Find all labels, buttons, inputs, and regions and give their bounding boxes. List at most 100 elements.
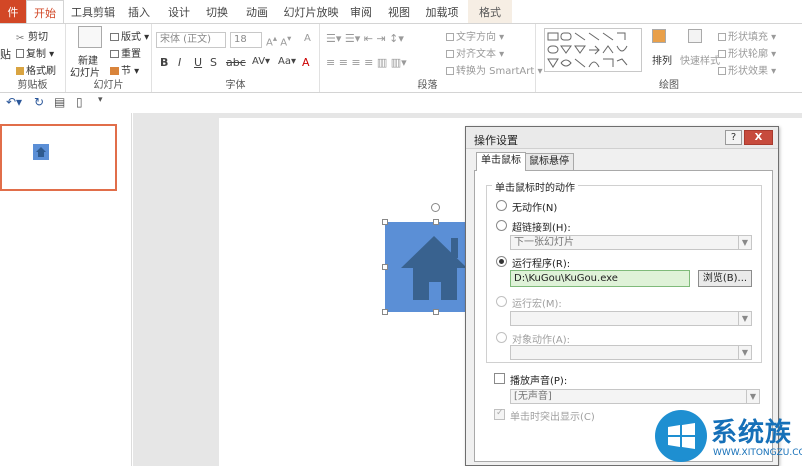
play-sound-checkbox[interactable]: [494, 373, 505, 384]
bold-button[interactable]: B: [160, 56, 168, 69]
play-sound-label: 播放声音(P):: [510, 376, 568, 387]
format-painter-button[interactable]: 格式刷: [16, 62, 56, 77]
font-group-label: 字体: [225, 80, 246, 91]
font-size-combo[interactable]: 18: [230, 32, 262, 48]
align-text-button[interactable]: 对齐文本 ▾: [446, 45, 504, 60]
italic-button[interactable]: I: [178, 56, 181, 69]
resize-handle[interactable]: [433, 219, 439, 225]
chevron-down-icon: ▼: [746, 390, 759, 403]
sound-select: [无声音] ▼: [510, 389, 760, 404]
radio-run-macro-label: 运行宏(M):: [512, 299, 562, 310]
tab-slideshow[interactable]: 幻灯片放映: [282, 0, 340, 24]
resize-handle[interactable]: [382, 219, 388, 225]
undo-icon[interactable]: ↶▾: [6, 95, 22, 109]
case-button[interactable]: Aa▾: [278, 56, 296, 67]
cut-button[interactable]: ✂ 剪切: [16, 28, 48, 44]
effects-icon: [718, 67, 726, 75]
tab-view[interactable]: 视图: [384, 0, 414, 24]
shape-outline-label: 形状轮廓: [728, 49, 768, 60]
tab-design[interactable]: 设计: [164, 0, 194, 24]
object-action-select: ▼: [510, 345, 752, 360]
close-button[interactable]: X: [744, 130, 773, 145]
slides-group: 新建 幻灯片 版式 ▾ 重置 节 ▾ 幻灯片: [66, 24, 152, 92]
section-icon: [110, 67, 119, 75]
tab-file[interactable]: 件: [0, 0, 26, 24]
start-slideshow-icon[interactable]: ▤: [54, 95, 65, 109]
reset-button[interactable]: 重置: [110, 45, 141, 60]
font-name-combo[interactable]: 宋体 (正文): [156, 32, 226, 48]
shape-outline-button[interactable]: 形状轮廓 ▾: [718, 45, 776, 60]
tab-format[interactable]: 格式: [468, 0, 512, 24]
tab-animations[interactable]: 动画: [242, 0, 272, 24]
clipboard-group: 贴 ✂ 剪切 复制 ▾ 格式刷 剪贴板: [0, 24, 66, 92]
text-direction-button[interactable]: 文字方向 ▾: [446, 28, 504, 43]
paragraph-group-label: 段落: [417, 80, 438, 91]
resize-handle[interactable]: [433, 309, 439, 315]
shadow-button[interactable]: S: [210, 56, 217, 69]
smartart-button[interactable]: 转换为 SmartArt ▾: [446, 62, 543, 77]
help-button[interactable]: ?: [725, 130, 742, 145]
highlight-click-label: 单击时突出显示(C): [510, 412, 595, 423]
tab-addins[interactable]: 加载项: [422, 0, 462, 24]
spacing-button[interactable]: AV▾: [252, 56, 270, 67]
radio-none[interactable]: [496, 200, 507, 211]
radio-run-program[interactable]: [496, 256, 507, 267]
shape-effects-button[interactable]: 形状效果 ▾: [718, 62, 776, 77]
shape-effects-label: 形状效果: [728, 66, 768, 77]
shapes-gallery[interactable]: [544, 28, 642, 72]
customize-qat-icon[interactable]: ▾: [98, 95, 103, 105]
layout-button[interactable]: 版式 ▾: [110, 28, 149, 43]
run-program-input[interactable]: D:\KuGou\KuGou.exe: [510, 270, 690, 287]
section-button[interactable]: 节 ▾: [110, 62, 139, 77]
browse-button[interactable]: 浏览(B)...: [698, 270, 752, 287]
clear-format-button[interactable]: A: [304, 33, 311, 44]
cut-label: 剪切: [28, 32, 48, 43]
align-buttons[interactable]: ≡ ≡ ≡ ≡ ▥ ▥▾: [326, 56, 407, 69]
hyperlink-select[interactable]: 下一张幻灯片 ▼: [510, 235, 752, 250]
radio-run-program-label: 运行程序(R):: [512, 259, 571, 270]
radio-object-action-label: 对象动作(A):: [512, 335, 571, 346]
tab-insert[interactable]: 插入: [124, 0, 154, 24]
highlight-click-checkbox: [494, 408, 505, 420]
align-text-label: 对齐文本: [456, 49, 496, 60]
slide-thumbnail[interactable]: [0, 124, 117, 191]
new-document-icon[interactable]: ▯: [76, 95, 83, 109]
strikethrough-button[interactable]: abc: [226, 56, 246, 69]
watermark-brand: 系统族: [711, 418, 793, 448]
font-group: 宋体 (正文) 18 A▴ A▾ A B I U S abc AV▾ Aa▾ A…: [152, 24, 320, 92]
tab-mouse-click[interactable]: 单击鼠标: [476, 152, 526, 171]
bullets-button[interactable]: ☰▾ ☰▾ ⇤ ⇥ ↕▾: [326, 32, 404, 45]
arrange-button[interactable]: 排列: [652, 52, 672, 67]
font-color-button[interactable]: A: [302, 56, 310, 69]
slides-group-label: 幻灯片: [93, 80, 124, 91]
layout-label: 版式: [121, 32, 141, 43]
radio-hyperlink[interactable]: [496, 220, 507, 231]
run-macro-select: ▼: [510, 311, 752, 326]
rotate-handle[interactable]: [431, 203, 440, 212]
copy-button[interactable]: 复制 ▾: [16, 45, 54, 60]
shape-fill-button[interactable]: 形状填充 ▾: [718, 28, 776, 43]
smartart-icon: [446, 67, 454, 75]
tab-transitions[interactable]: 切换: [202, 0, 232, 24]
quick-styles-button[interactable]: 快速样式: [680, 52, 720, 67]
dialog-title-bar[interactable]: 操作设置 ? X: [466, 127, 778, 149]
grow-font-button[interactable]: A▴ A▾: [266, 33, 291, 48]
text-direction-icon: [446, 33, 454, 41]
tab-review[interactable]: 审阅: [346, 0, 376, 24]
resize-handle[interactable]: [382, 264, 388, 270]
reset-icon: [110, 50, 119, 58]
chevron-down-icon: ▼: [738, 312, 751, 325]
tab-toolbox[interactable]: 工具剪辑: [70, 0, 116, 24]
tab-home[interactable]: 开始: [26, 0, 64, 24]
paste-button[interactable]: 贴: [0, 46, 11, 62]
ribbon-tab-bar: 件 开始 工具剪辑 插入 设计 切换 动画 幻灯片放映 审阅 视图 加载项 格式: [0, 0, 802, 24]
resize-handle[interactable]: [382, 309, 388, 315]
arrange-icon: [652, 29, 666, 43]
drawing-group-label: 绘图: [659, 80, 679, 91]
quick-access-toolbar: ↶▾ ↻ ▤ ▯ ▾: [0, 93, 802, 113]
underline-button[interactable]: U: [194, 56, 202, 69]
home-icon: [36, 147, 46, 157]
redo-icon[interactable]: ↻: [34, 95, 44, 109]
sound-value: [无声音]: [514, 391, 552, 402]
tab-mouse-over[interactable]: 鼠标悬停: [524, 153, 574, 170]
